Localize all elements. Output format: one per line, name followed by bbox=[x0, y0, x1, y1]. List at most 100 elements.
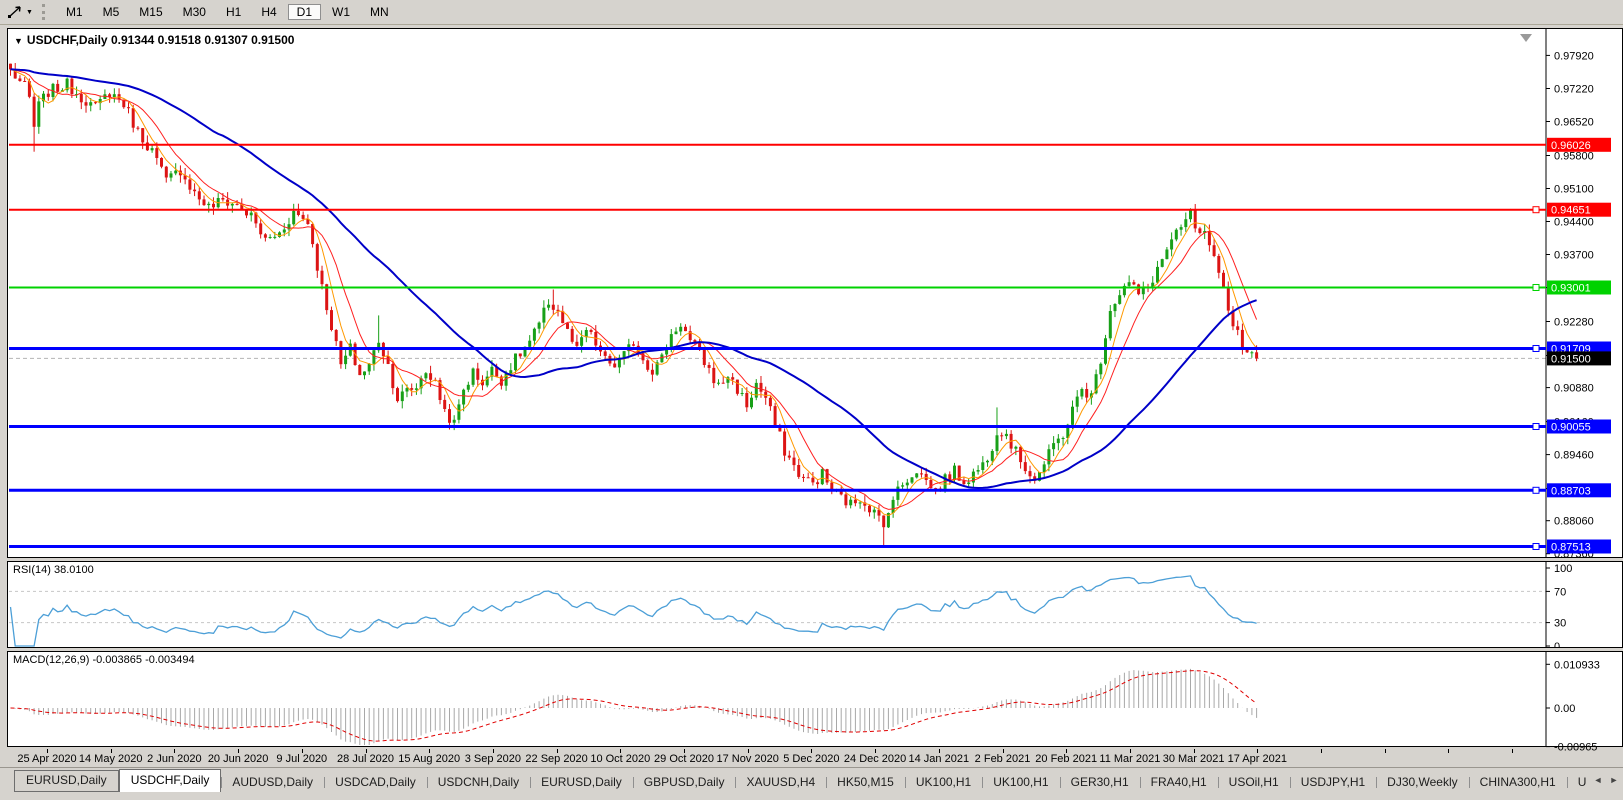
symbol-tab-uk100-h1[interactable]: UK100,H1 bbox=[905, 773, 982, 792]
symbol-tab-fra40-h1[interactable]: FRA40,H1 bbox=[1140, 773, 1218, 792]
date-label: 2 Feb 2021 bbox=[975, 753, 1031, 765]
level-price-badge: 0.96026 bbox=[1547, 138, 1611, 152]
level-handle[interactable] bbox=[1533, 346, 1539, 352]
macd-chart-svg[interactable]: 0.0109330.00-0.00965 bbox=[8, 652, 1622, 746]
svg-text:0.87513: 0.87513 bbox=[1551, 542, 1591, 554]
chart-tool-button[interactable]: ▼ bbox=[4, 4, 36, 20]
price-tick-label: 0.89460 bbox=[1554, 450, 1594, 462]
svg-text:0.91500: 0.91500 bbox=[1551, 353, 1591, 365]
symbol-tab-usdcad-daily[interactable]: USDCAD,Daily bbox=[324, 773, 427, 792]
price-tick-label: 0.94400 bbox=[1554, 217, 1594, 229]
date-tick bbox=[1448, 749, 1449, 753]
date-label: 25 Apr 2020 bbox=[17, 753, 76, 765]
date-label: 9 Jul 2020 bbox=[276, 753, 327, 765]
macd-histogram bbox=[11, 669, 1257, 745]
price-tick-label: 0.97220 bbox=[1554, 84, 1594, 96]
timeframe-button-m15[interactable]: M15 bbox=[130, 4, 171, 20]
timeframe-buttons: M1M5M15M30H1H4D1W1MN bbox=[56, 3, 399, 21]
tab-scroll-left-icon[interactable]: ◄ bbox=[1592, 775, 1604, 785]
symbol-tab-uk100-h1[interactable]: UK100,H1 bbox=[982, 773, 1059, 792]
chart-title: ▼ USDCHF,Daily 0.91344 0.91518 0.91307 0.… bbox=[14, 33, 294, 47]
level-price-badge: 0.93001 bbox=[1547, 281, 1611, 295]
level-price-badge: 0.87513 bbox=[1547, 540, 1611, 554]
chart-shift-marker[interactable] bbox=[1520, 34, 1532, 42]
date-label: 30 Mar 2021 bbox=[1163, 753, 1225, 765]
price-tick-label: 0.88060 bbox=[1554, 516, 1594, 528]
toolbar-grip bbox=[42, 4, 48, 20]
timeframe-button-mn[interactable]: MN bbox=[361, 4, 398, 20]
level-handle[interactable] bbox=[1533, 487, 1539, 493]
date-label: 15 Aug 2020 bbox=[398, 753, 460, 765]
svg-text:0.88703: 0.88703 bbox=[1551, 485, 1591, 497]
symbol-tab-gbpusd-daily[interactable]: GBPUSD,Daily bbox=[633, 773, 736, 792]
symbol-tab-china300-h1[interactable]: CHINA300,H1 bbox=[1469, 773, 1567, 792]
level-handle[interactable] bbox=[1533, 285, 1539, 291]
moving-average-10 bbox=[11, 69, 1257, 509]
svg-text:0.94651: 0.94651 bbox=[1551, 205, 1591, 217]
price-panel[interactable]: 0.979200.972200.965200.958000.951000.944… bbox=[7, 28, 1623, 558]
symbol-tab-hk50-m15[interactable]: HK50,M15 bbox=[826, 773, 905, 792]
symbol-tab-eurusd-daily[interactable]: EURUSD,Daily bbox=[530, 773, 633, 792]
symbol-tab-ger30-h1[interactable]: GER30,H1 bbox=[1060, 773, 1140, 792]
rsi-indicator-label: RSI(14) 38.0100 bbox=[13, 564, 94, 576]
level-handle[interactable] bbox=[1533, 424, 1539, 430]
price-tick-label: 0.97920 bbox=[1554, 50, 1594, 62]
symbol-tab-usdjpy-h1[interactable]: USDJPY,H1 bbox=[1290, 773, 1376, 792]
tab-scroll-buttons: ◄ ► bbox=[1589, 769, 1623, 791]
level-handle[interactable] bbox=[1533, 544, 1539, 550]
price-tick-label: 0.90880 bbox=[1554, 383, 1594, 395]
macd-tick-label: 0.010933 bbox=[1554, 659, 1600, 671]
collapse-triangle-icon[interactable]: ▼ bbox=[14, 36, 23, 46]
rsi-tick-label: 70 bbox=[1554, 586, 1566, 598]
price-tick-label: 0.95100 bbox=[1554, 184, 1594, 196]
date-axis: 25 Apr 202014 May 20202 Jun 202020 Jun 2… bbox=[7, 749, 1623, 766]
chart-title-text: USDCHF,Daily 0.91344 0.91518 0.91307 0.9… bbox=[27, 33, 295, 47]
symbol-tab-xauusd-h4[interactable]: XAUUSD,H4 bbox=[735, 773, 826, 792]
date-label: 20 Feb 2021 bbox=[1035, 753, 1097, 765]
symbol-tab-usoil-h1[interactable]: USOil,H1 bbox=[1218, 773, 1290, 792]
timeframe-button-m5[interactable]: M5 bbox=[94, 4, 129, 20]
date-label: 5 Dec 2020 bbox=[783, 753, 839, 765]
crosshair-tool-icon bbox=[7, 5, 23, 19]
macd-tick-label: 0.00 bbox=[1554, 703, 1575, 715]
symbol-tab-dj30-weekly[interactable]: DJ30,Weekly bbox=[1376, 773, 1468, 792]
price-tick-label: 0.93700 bbox=[1554, 250, 1594, 262]
timeframe-button-h4[interactable]: H4 bbox=[252, 4, 285, 20]
level-price-badge: 0.94651 bbox=[1547, 203, 1611, 217]
moving-average-5 bbox=[11, 69, 1257, 515]
svg-text:0.93001: 0.93001 bbox=[1551, 283, 1591, 295]
level-price-badge: 0.90055 bbox=[1547, 420, 1611, 434]
date-label: 14 Jan 2021 bbox=[909, 753, 970, 765]
toolbar: ▼ M1M5M15M30H1H4D1W1MN bbox=[0, 0, 1623, 25]
date-label: 17 Nov 2020 bbox=[716, 753, 778, 765]
symbol-tab-usdchf-daily[interactable]: USDCHF,Daily bbox=[119, 769, 222, 792]
rsi-panel[interactable]: 10070300 RSI(14) 38.0100 bbox=[7, 561, 1623, 648]
rsi-chart-svg[interactable]: 10070300 bbox=[8, 562, 1622, 647]
tab-scroll-right-icon[interactable]: ► bbox=[1608, 775, 1620, 785]
macd-indicator-label: MACD(12,26,9) -0.003865 -0.003494 bbox=[13, 654, 195, 666]
current-price-badge: 0.91500 bbox=[1547, 351, 1611, 365]
date-label: 11 Mar 2021 bbox=[1099, 753, 1160, 765]
level-price-badge: 0.88703 bbox=[1547, 483, 1611, 497]
timeframe-button-w1[interactable]: W1 bbox=[323, 4, 359, 20]
date-label: 10 Oct 2020 bbox=[590, 753, 650, 765]
timeframe-button-d1[interactable]: D1 bbox=[288, 4, 321, 20]
symbol-tab-usdcnh-daily[interactable]: USDCNH,Daily bbox=[427, 773, 530, 792]
date-label: 14 May 2020 bbox=[79, 753, 143, 765]
timeframe-button-m30[interactable]: M30 bbox=[174, 4, 215, 20]
chart-tabs: EURUSD,DailyUSDCHF,DailyAUDUSD,DailyUSDC… bbox=[0, 767, 1623, 792]
date-tick bbox=[1321, 749, 1322, 753]
price-tick-label: 0.96520 bbox=[1554, 117, 1594, 129]
timeframe-button-h1[interactable]: H1 bbox=[217, 4, 250, 20]
date-tick bbox=[1512, 749, 1513, 753]
svg-text:0.90055: 0.90055 bbox=[1551, 422, 1591, 434]
symbol-tab-eurusd-daily[interactable]: EURUSD,Daily bbox=[14, 770, 119, 792]
macd-panel[interactable]: 0.0109330.00-0.00965 MACD(12,26,9) -0.00… bbox=[7, 651, 1623, 747]
symbol-tab-audusd-daily[interactable]: AUDUSD,Daily bbox=[221, 773, 324, 792]
date-label: 17 Apr 2021 bbox=[1228, 753, 1287, 765]
level-handle[interactable] bbox=[1533, 207, 1539, 213]
price-chart-svg[interactable]: 0.979200.972200.965200.958000.951000.944… bbox=[8, 29, 1622, 557]
rsi-line bbox=[11, 576, 1257, 646]
date-label: 24 Dec 2020 bbox=[844, 753, 906, 765]
timeframe-button-m1[interactable]: M1 bbox=[57, 4, 92, 20]
